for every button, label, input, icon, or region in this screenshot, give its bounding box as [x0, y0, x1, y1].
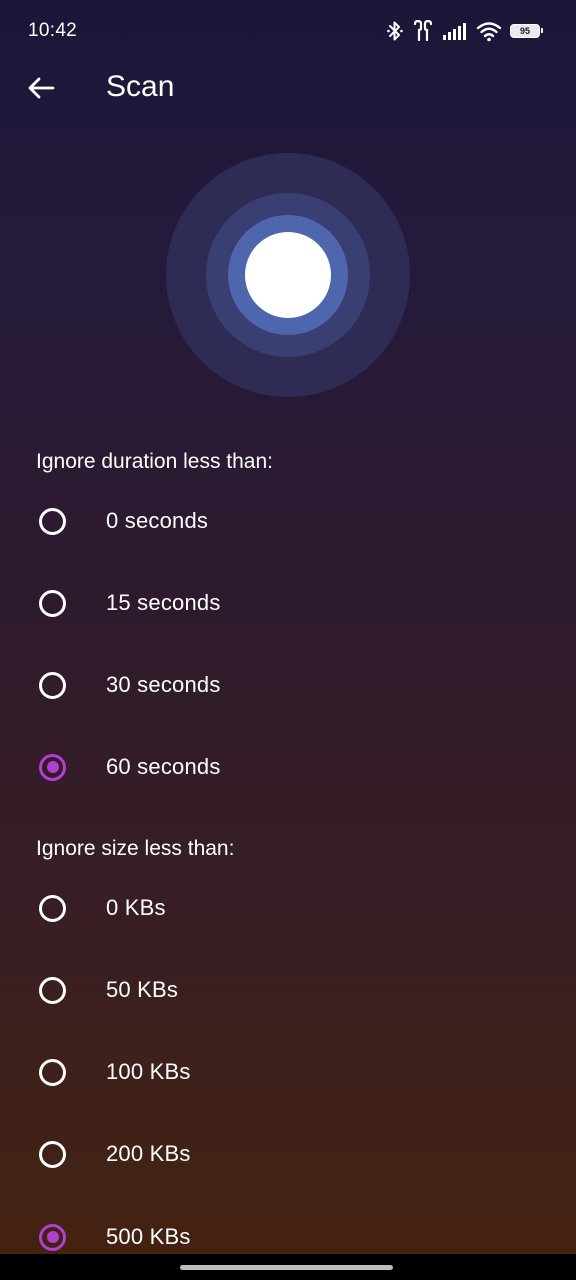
radio-button-selected[interactable]: [39, 1223, 66, 1251]
size-option-50[interactable]: 50 KBs: [0, 949, 576, 1031]
duration-option-30[interactable]: 30 seconds: [0, 644, 576, 726]
status-time: 10:42: [28, 20, 78, 41]
wifi-icon: [476, 20, 502, 42]
duration-option-label: 60 seconds: [106, 754, 221, 779]
bluetooth-icon: [386, 20, 404, 42]
battery-icon: 95: [510, 24, 543, 38]
size-section-title: Ignore size less than:: [36, 837, 235, 860]
duration-option-label: 30 seconds: [106, 672, 221, 697]
arrow-left-icon: [28, 77, 55, 99]
status-bar: 10:42 95: [0, 0, 576, 62]
size-option-200[interactable]: 200 KBs: [0, 1113, 576, 1195]
radio-button[interactable]: [39, 894, 66, 922]
home-indicator[interactable]: [180, 1265, 393, 1270]
duration-option-60[interactable]: 60 seconds: [0, 726, 576, 808]
radio-button[interactable]: [39, 507, 66, 535]
size-option-label: 100 KBs: [106, 1059, 191, 1084]
radio-button[interactable]: [39, 671, 66, 699]
radio-button-selected[interactable]: [39, 753, 66, 781]
battery-level: 95: [519, 25, 530, 36]
radio-button[interactable]: [39, 976, 66, 1004]
signal-icon: [442, 21, 468, 41]
status-icons: 95: [386, 18, 543, 44]
size-option-label: 0 KBs: [106, 895, 166, 920]
duration-option-0[interactable]: 0 seconds: [0, 480, 576, 562]
back-button[interactable]: [22, 72, 60, 104]
radio-button[interactable]: [39, 1058, 66, 1086]
scan-pulse-icon[interactable]: [166, 153, 410, 397]
duration-section-title: Ignore duration less than:: [36, 450, 273, 473]
earbuds-icon: [412, 20, 434, 42]
radio-button[interactable]: [39, 1140, 66, 1168]
size-option-0[interactable]: 0 KBs: [0, 867, 576, 949]
duration-option-label: 0 seconds: [106, 508, 209, 533]
radio-button[interactable]: [39, 589, 66, 617]
app-bar: Scan: [0, 62, 576, 114]
duration-option-15[interactable]: 15 seconds: [0, 562, 576, 644]
size-option-label: 200 KBs: [106, 1141, 191, 1166]
size-option-label: 500 KBs: [106, 1224, 191, 1249]
size-option-label: 50 KBs: [106, 977, 179, 1002]
duration-option-label: 15 seconds: [106, 590, 221, 615]
page-title: Scan: [106, 70, 175, 103]
scan-core: [245, 232, 331, 318]
system-nav-bar: [0, 1254, 576, 1280]
size-option-100[interactable]: 100 KBs: [0, 1031, 576, 1113]
